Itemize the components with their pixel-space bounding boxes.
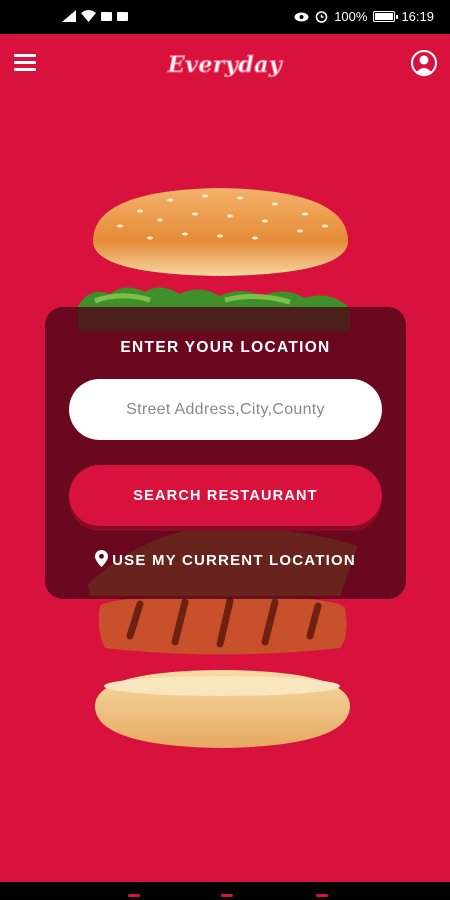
- eye-icon: [294, 12, 309, 21]
- clock: 16:19: [401, 9, 434, 24]
- card-title: ENTER YOUR LOCATION: [120, 339, 331, 356]
- nav-indicator: [221, 894, 233, 897]
- use-current-location-link[interactable]: USE MY CURRENT LOCATION: [45, 550, 406, 569]
- wifi-icon: [81, 10, 96, 22]
- status-right-icons: 100% 16:19: [294, 9, 434, 24]
- location-search-card: ENTER YOUR LOCATION SEARCH RESTAURANT US…: [45, 307, 406, 599]
- message-icon: [101, 11, 112, 21]
- app-logo: Everyday: [167, 52, 283, 79]
- signal-icon: [62, 10, 76, 22]
- notification-icon: [117, 11, 128, 21]
- patty-image: [98, 596, 347, 655]
- battery-icon: [373, 11, 399, 22]
- alarm-icon: [315, 11, 328, 23]
- nav-indicator: [316, 894, 328, 897]
- status-bar: 100% 16:19: [0, 0, 450, 34]
- app-bar: Everyday: [0, 34, 450, 96]
- address-input[interactable]: [69, 379, 382, 440]
- search-restaurant-button[interactable]: SEARCH RESTAURANT: [69, 465, 382, 526]
- battery-percent: 100%: [334, 9, 368, 24]
- top-bun-image: [93, 188, 348, 276]
- nav-indicator: [128, 894, 140, 897]
- location-pin-icon: [95, 550, 109, 567]
- status-left-icons: [62, 10, 128, 22]
- user-profile-icon[interactable]: [411, 50, 437, 76]
- current-location-label: USE MY CURRENT LOCATION: [112, 552, 356, 569]
- bottom-bun-image: [95, 670, 350, 748]
- system-nav-bar: [0, 882, 450, 900]
